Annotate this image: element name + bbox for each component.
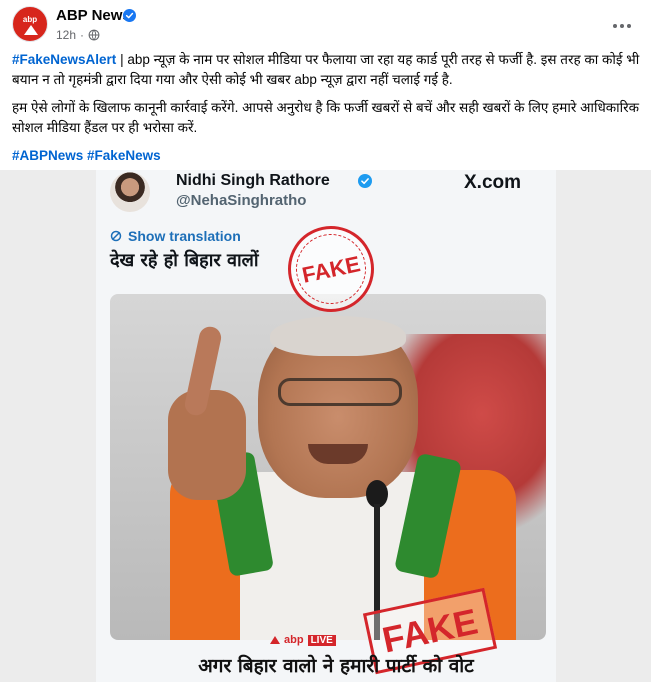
show-translation: Show translation <box>110 228 241 244</box>
abp-live-tag: abp LIVE <box>270 634 336 646</box>
globe-icon <box>88 29 100 41</box>
post-hashtags: #ABPNews #FakeNews <box>12 146 642 166</box>
abp-label: abp <box>284 634 304 646</box>
tweet-screenshot: Nidhi Singh Rathore @NehaSinghratho X.co… <box>96 170 556 682</box>
glasses <box>278 378 402 406</box>
meta-separator: · <box>80 28 85 42</box>
more-options-button[interactable] <box>608 12 636 40</box>
more-options-icon <box>613 24 617 28</box>
tweet-avatar <box>110 172 150 212</box>
post-image[interactable]: Nidhi Singh Rathore @NehaSinghratho X.co… <box>0 170 651 682</box>
post-body: #FakeNewsAlert | abp न्यूज़ के नाम पर सो… <box>12 50 642 174</box>
abp-logo-icon <box>270 636 280 644</box>
post-paragraph-2: हम ऐसे लोगों के खिलाफ कानूनी कार्रवाई कर… <box>12 100 639 135</box>
show-translation-label: Show translation <box>128 228 241 244</box>
image-caption: अगर बिहार वालो ने हमारी पार्टी को वोट <box>198 655 474 677</box>
avatar-logo-icon <box>24 25 38 35</box>
page-name[interactable]: ABP News <box>56 7 131 24</box>
raised-hand <box>168 390 246 500</box>
tweet-verified-icon <box>358 174 372 188</box>
translate-icon <box>110 230 122 242</box>
post-header: abp ABP News 12h · <box>0 0 651 50</box>
live-label: LIVE <box>307 634 336 646</box>
post-paragraph-1: #FakeNewsAlert | abp न्यूज़ के नाम पर सो… <box>12 50 642 90</box>
post-timestamp[interactable]: 12h <box>56 28 76 42</box>
hashtag-fakenewsalert[interactable]: #FakeNewsAlert <box>12 52 116 67</box>
post-meta: 12h · <box>56 28 100 42</box>
hashtag-fakenews[interactable]: #FakeNews <box>87 148 161 163</box>
page-avatar[interactable]: abp <box>12 6 48 42</box>
avatar-logo-text: abp <box>22 15 38 24</box>
hashtag-abpnews[interactable]: #ABPNews <box>12 148 83 163</box>
tweet-handle: @NehaSinghratho <box>176 192 307 209</box>
verified-badge-icon <box>123 9 136 22</box>
tweet-text: देख रहे हो बिहार वालों <box>110 250 259 271</box>
x-logo: X.com <box>464 172 522 193</box>
tweet-author-name: Nidhi Singh Rathore <box>176 172 330 189</box>
